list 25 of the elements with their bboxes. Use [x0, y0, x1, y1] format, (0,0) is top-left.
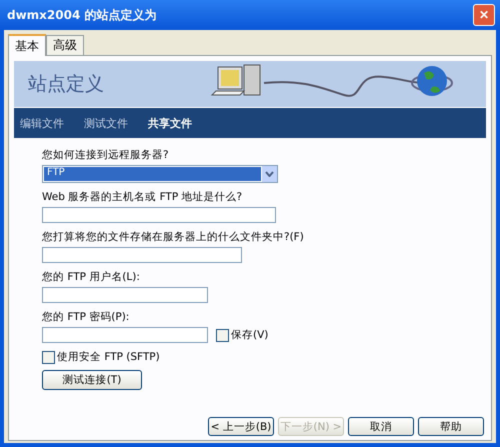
step-link[interactable]: 编辑文件: [20, 116, 64, 130]
tab[interactable]: 高级: [46, 35, 84, 55]
wizard-button[interactable]: < 上一步(B): [208, 417, 274, 436]
field-label: 您打算将您的文件存储在服务器上的什么文件夹中?(F): [42, 230, 305, 244]
window-title: dwmx2004 的站点定义为: [7, 6, 156, 24]
wizard-button[interactable]: 帮助: [418, 417, 484, 436]
field-label: 您的 FTP 密码(P):: [42, 310, 130, 324]
chevron-down-icon: [265, 171, 274, 177]
step-link[interactable]: 测试文件: [84, 116, 128, 130]
test-connection-button[interactable]: 测试连接(T): [42, 370, 142, 390]
sftp-checkbox[interactable]: 使用安全 FTP (SFTP): [42, 350, 486, 364]
input-field[interactable]: [42, 327, 208, 343]
banner-title: 站点定义: [28, 72, 104, 97]
input-field[interactable]: [42, 207, 276, 223]
input-field[interactable]: [42, 247, 242, 263]
connection-dropdown[interactable]: FTP: [42, 165, 278, 183]
step-link[interactable]: 共享文件: [148, 116, 192, 130]
field-label: Web 服务器的主机名或 FTP 地址是什么?: [42, 190, 244, 204]
field-label: 您的 FTP 用户名(L):: [42, 270, 141, 284]
tab[interactable]: 基本: [8, 34, 46, 56]
input-field[interactable]: [42, 287, 208, 303]
wizard-button[interactable]: 取消: [348, 417, 414, 436]
close-button[interactable]: ✕: [473, 4, 495, 26]
save-checkbox[interactable]: 保存(V): [216, 328, 268, 342]
field-label: 您如何连接到远程服务器?: [42, 148, 170, 162]
